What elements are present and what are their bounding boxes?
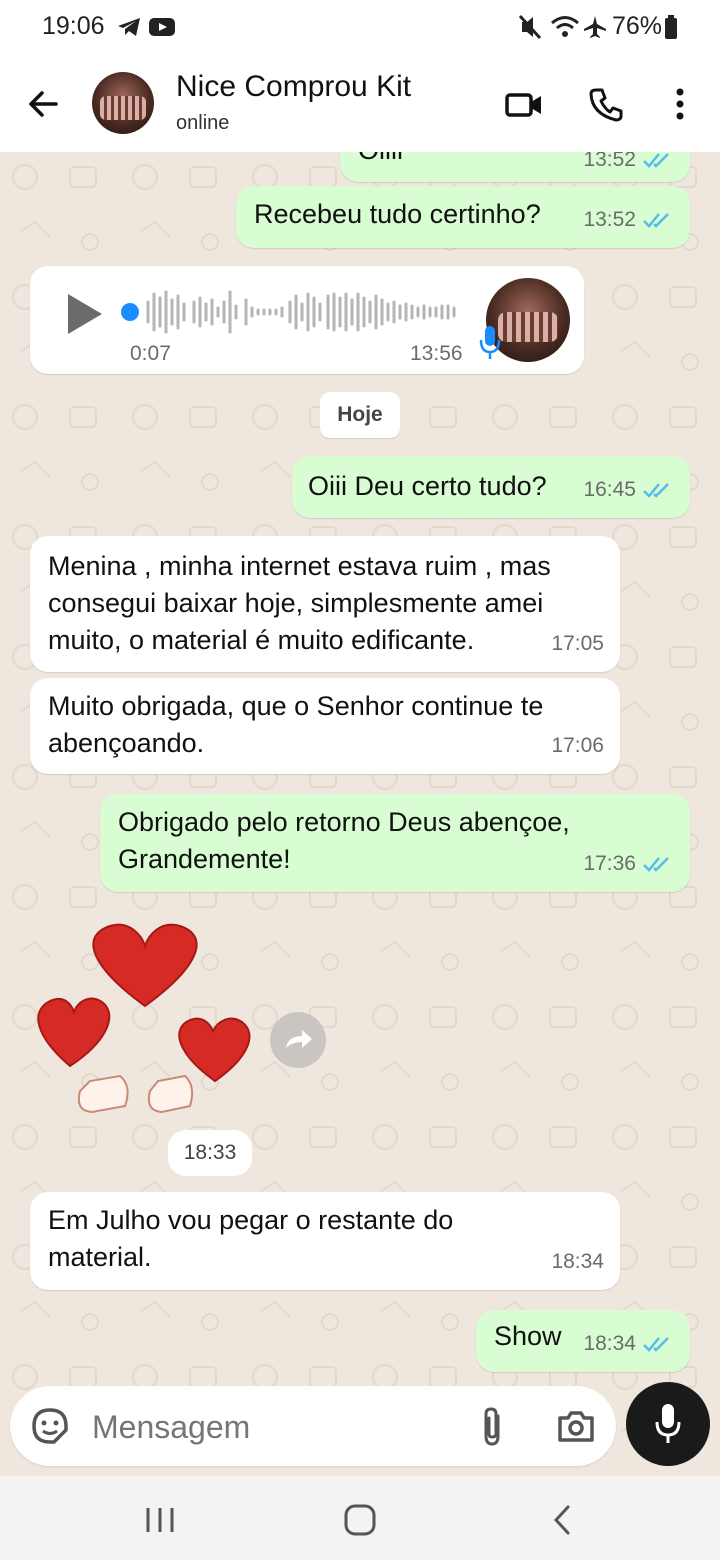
forward-icon (286, 1030, 312, 1048)
read-receipt-icon (643, 152, 669, 168)
message-bubble-outgoing[interactable]: Recebeu tudo certinho? 13:52 (236, 186, 690, 248)
message-meta: 18:34 (551, 1243, 604, 1280)
voice-duration: 0:07 (130, 342, 171, 365)
message-time: 18:34 (583, 1332, 636, 1355)
sticker-time: 18:33 (168, 1130, 252, 1176)
airplane-icon (584, 16, 606, 38)
message-time: 17:05 (551, 632, 604, 655)
microphone-icon (479, 326, 501, 359)
message-text-line: Obrigado pelo retorno Deus abençoe, (118, 807, 570, 837)
play-icon[interactable] (64, 292, 104, 336)
message-text: Oiii Deu certo tudo? (308, 471, 547, 501)
message-text-line: Em Julho vou pegar o restante do (48, 1205, 454, 1235)
message-time: 13:52 (583, 152, 636, 171)
message-time: 18:34 (551, 1250, 604, 1273)
message-meta: 17:05 (551, 625, 604, 662)
message-text: Recebeu tudo certinho? (254, 199, 541, 229)
mute-icon (518, 14, 542, 40)
back-arrow-icon[interactable] (24, 84, 64, 124)
message-meta: 16:45 (583, 471, 674, 508)
message-bubble-incoming[interactable]: Em Julho vou pegar o restante do materia… (30, 1192, 620, 1290)
message-text-line: consegui baixar hoje, simplesmente amei (48, 588, 544, 618)
recent-apps-icon[interactable] (144, 1506, 176, 1534)
message-time: 13:52 (583, 208, 636, 231)
message-meta: 17:06 (551, 727, 604, 764)
read-receipt-icon (643, 482, 669, 498)
telegram-icon (118, 18, 140, 36)
message-bubble-incoming[interactable]: Menina , minha internet estava ruim , ma… (30, 536, 620, 672)
more-options-icon[interactable] (660, 84, 700, 124)
message-text-line: Menina , minha internet estava ruim , ma… (48, 551, 551, 581)
voice-call-icon[interactable] (586, 84, 626, 124)
microphone-icon (655, 1404, 681, 1443)
message-text: Show (494, 1321, 562, 1351)
message-composer[interactable] (10, 1386, 616, 1466)
battery-percent: 76% (611, 12, 662, 40)
audio-waveform[interactable] (118, 284, 468, 340)
attach-icon[interactable] (476, 1406, 510, 1448)
message-time: 17:06 (551, 734, 604, 757)
voice-record-button[interactable] (626, 1382, 710, 1466)
youtube-icon (149, 18, 175, 36)
message-text-line: material. (48, 1242, 152, 1272)
home-icon[interactable] (344, 1504, 376, 1536)
message-input[interactable] (90, 1400, 454, 1454)
contact-name[interactable]: Nice Comprou Kit (176, 70, 411, 104)
status-time: 19:06 (42, 12, 105, 40)
read-receipt-icon (643, 212, 669, 228)
sticker-emoji-icon[interactable] (30, 1406, 70, 1446)
contact-avatar[interactable] (92, 72, 154, 134)
back-nav-icon[interactable] (550, 1504, 574, 1536)
message-text-line: Muito obrigada, que o Senhor continue te (48, 691, 544, 721)
contact-status: online (176, 112, 230, 134)
message-meta: 13:52 (583, 201, 674, 238)
message-bubble-outgoing[interactable]: Oiiii 13:52 (340, 152, 690, 182)
forward-button[interactable] (270, 1012, 326, 1068)
message-bubble-outgoing[interactable]: Obrigado pelo retorno Deus abençoe, Gran… (100, 794, 690, 892)
message-time: 16:45 (583, 478, 636, 501)
message-meta: 13:52 (583, 152, 674, 178)
voice-message-bubble[interactable]: 0:07 13:56 (30, 266, 584, 374)
message-time: 17:36 (583, 852, 636, 875)
status-bar: 19:06 76% (0, 0, 720, 56)
chat-header: Nice Comprou Kit online (0, 56, 720, 152)
hearts-sticker[interactable] (30, 916, 260, 1126)
chat-area[interactable]: Oiiii 13:52 Recebeu tudo certinho? 13:52 (0, 152, 720, 1472)
message-bubble-incoming[interactable]: Muito obrigada, que o Senhor continue te… (30, 678, 620, 774)
message-meta: 17:36 (583, 845, 674, 882)
system-navigation-bar (0, 1476, 720, 1560)
camera-icon[interactable] (556, 1408, 596, 1444)
message-meta: 18:34 (583, 1325, 674, 1362)
date-divider: Hoje (320, 392, 400, 438)
message-bubble-outgoing[interactable]: Show 18:34 (476, 1310, 690, 1372)
message-text: Oiiii (358, 152, 403, 169)
read-receipt-icon (643, 1336, 669, 1352)
read-receipt-icon (643, 856, 669, 872)
message-time: 13:56 (410, 342, 463, 365)
message-bubble-outgoing[interactable]: Oiii Deu certo tudo? 16:45 (292, 456, 690, 518)
battery-icon (665, 15, 677, 39)
message-text-line: abençoando. (48, 728, 205, 758)
message-text-line: Grandemente! (118, 844, 291, 874)
video-call-icon[interactable] (504, 84, 544, 124)
wifi-icon (551, 16, 579, 37)
message-text-line: muito, o material é muito edificante. (48, 625, 475, 655)
